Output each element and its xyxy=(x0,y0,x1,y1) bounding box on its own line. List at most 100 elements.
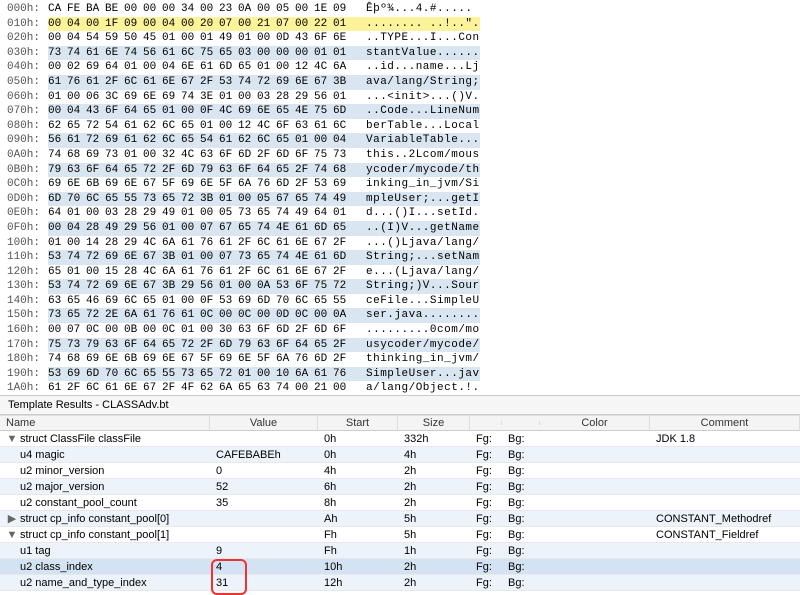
hex-row[interactable]: 010h:0004001F090004002007002107002201...… xyxy=(0,17,800,32)
hex-row[interactable]: 070h:0004436F646501000F4C696E654E756D..C… xyxy=(0,104,800,119)
hex-bytes[interactable]: 000269640100046E616D650100124C6A xyxy=(44,60,352,75)
col-bg[interactable] xyxy=(502,421,540,425)
col-size[interactable]: Size xyxy=(398,415,470,431)
offset-label: 190h: xyxy=(0,367,44,382)
hex-bytes[interactable]: 65010015284C6A6176612F6C616E672F xyxy=(44,265,352,280)
row-comment xyxy=(650,502,800,504)
hex-bytes[interactable]: 0004436F646501000F4C696E654E756D xyxy=(44,104,352,119)
hex-row[interactable]: 1A0h:612F6C616E672F4F626A656374002100a/l… xyxy=(0,381,800,395)
hex-bytes[interactable]: 0004284929560100076765744E616D65 xyxy=(44,221,352,236)
hex-bytes[interactable]: 5661726961626C655461626C65010004 xyxy=(44,133,352,148)
hex-bytes[interactable]: 757379636F6465722F6D79636F64652F xyxy=(44,338,352,353)
hex-row[interactable]: 120h:65010015284C6A6176612F6C616E672Fe..… xyxy=(0,265,800,280)
offset-label: 030h: xyxy=(0,46,44,61)
row-name[interactable]: u1 tag xyxy=(0,544,210,558)
disclosure-icon[interactable]: ▶ xyxy=(6,512,18,525)
row-name[interactable]: ▼struct ClassFile classFile xyxy=(0,432,210,446)
col-start[interactable]: Start xyxy=(318,415,398,431)
hex-row[interactable]: 0F0h:0004284929560100076765744E616D65..(… xyxy=(0,221,800,236)
template-row[interactable]: u2 major_version526h2hFg:Bg: xyxy=(0,479,800,495)
row-name[interactable]: u4 magic xyxy=(0,448,210,462)
col-name[interactable]: Name xyxy=(0,415,210,431)
ascii-text: ..(I)V...getName xyxy=(352,221,480,236)
hex-row[interactable]: 190h:53696D706C65557365720100106A6176Sim… xyxy=(0,367,800,382)
hex-row[interactable]: 180h:7468696E6B696E675F696E5F6A766D2Fthi… xyxy=(0,352,800,367)
hex-row[interactable]: 030h:7374616E7456616C7565030000000101sta… xyxy=(0,46,800,61)
col-color[interactable]: Color xyxy=(540,415,650,431)
hex-row[interactable]: 080h:6265725461626C650100124C6F63616Cber… xyxy=(0,119,800,134)
col-comment[interactable]: Comment xyxy=(650,415,800,431)
row-name[interactable]: u2 class_index xyxy=(0,560,210,574)
template-row[interactable]: ▼struct cp_info constant_pool[1]Fh5hFg:B… xyxy=(0,527,800,543)
template-row[interactable]: ▼struct ClassFile classFile0h332hFg:Bg:J… xyxy=(0,431,800,447)
hex-bytes[interactable]: 7365722E6A6176610C000C000D0C000A xyxy=(44,308,352,323)
hex-row[interactable]: 110h:537472696E673B0100077365744E616DStr… xyxy=(0,250,800,265)
offset-label: 130h: xyxy=(0,279,44,294)
hex-bytes[interactable]: 537472696E673B295601000A536F7572 xyxy=(44,279,352,294)
row-start: 6h xyxy=(318,480,398,494)
hex-row[interactable]: 0C0h:696E6B696E675F696E5F6A766D2F5369ink… xyxy=(0,177,800,192)
hex-row[interactable]: 170h:757379636F6465722F6D79636F64652Fusy… xyxy=(0,338,800,353)
hex-bytes[interactable]: 79636F6465722F6D79636F64652F7468 xyxy=(44,163,352,178)
hex-bytes[interactable]: 64010003282949010005736574496401 xyxy=(44,206,352,221)
hex-row[interactable]: 150h:7365722E6A6176610C000C000D0C000Aser… xyxy=(0,308,800,323)
row-name[interactable]: ▶struct cp_info constant_pool[0] xyxy=(0,511,210,526)
hex-bytes[interactable]: CAFEBABE0000003400230A0005001E09 xyxy=(44,2,352,17)
hex-bytes[interactable]: 0004545950450100014901000D436F6E xyxy=(44,31,352,46)
row-name[interactable]: u2 name_and_type_index xyxy=(0,576,210,590)
row-name[interactable]: u2 constant_pool_count xyxy=(0,496,210,510)
template-row[interactable]: u1 tag9Fh1hFg:Bg: xyxy=(0,543,800,559)
hex-row[interactable]: 130h:537472696E673B295601000A536F7572Str… xyxy=(0,279,800,294)
hex-row[interactable]: 140h:636546696C6501000F53696D706C6555ceF… xyxy=(0,294,800,309)
hex-bytes[interactable]: 636546696C6501000F53696D706C6555 xyxy=(44,294,352,309)
row-name[interactable]: u2 major_version xyxy=(0,480,210,494)
hex-bytes[interactable]: 7374616E7456616C7565030000000101 xyxy=(44,46,352,61)
hex-bytes[interactable]: 0100063C696E69743E01000328295601 xyxy=(44,90,352,105)
hex-row[interactable]: 020h:0004545950450100014901000D436F6E..T… xyxy=(0,31,800,46)
template-row[interactable]: u2 constant_pool_count358h2hFg:Bg: xyxy=(0,495,800,511)
hex-bytes[interactable]: 53696D706C65557365720100106A6176 xyxy=(44,367,352,382)
row-name[interactable]: u2 minor_version xyxy=(0,464,210,478)
ascii-text: SimpleUser...jav xyxy=(352,367,480,382)
ascii-text: inking_in_jvm/Si xyxy=(352,177,480,192)
hex-row[interactable]: 0D0h:6D706C65557365723B01000567657449mpl… xyxy=(0,192,800,207)
hex-row[interactable]: 0A0h:746869730100324C636F6D2F6D6F7573thi… xyxy=(0,148,800,163)
hex-bytes[interactable]: 537472696E673B0100077365744E616D xyxy=(44,250,352,265)
row-comment xyxy=(650,454,800,456)
hex-row[interactable]: 160h:00070C000B000C010030636F6D2F6D6F...… xyxy=(0,323,800,338)
hex-bytes[interactable]: 00070C000B000C010030636F6D2F6D6F xyxy=(44,323,352,338)
hex-bytes[interactable]: 01001428294C6A6176612F6C616E672F xyxy=(44,236,352,251)
hex-row[interactable]: 050h:6176612F6C616E672F537472696E673Bava… xyxy=(0,75,800,90)
ascii-text: ceFile...SimpleU xyxy=(352,294,480,309)
hex-bytes[interactable]: 6176612F6C616E672F537472696E673B xyxy=(44,75,352,90)
template-row[interactable]: u2 minor_version04h2hFg:Bg: xyxy=(0,463,800,479)
hex-bytes[interactable]: 6265725461626C650100124C6F63616C xyxy=(44,119,352,134)
hex-bytes[interactable]: 0004001F090004002007002107002201 xyxy=(44,17,352,32)
hex-viewer[interactable]: 000h:CAFEBABE0000003400230A0005001E09Êþº… xyxy=(0,0,800,395)
ascii-text: .........0com/mo xyxy=(352,323,480,338)
hex-bytes[interactable]: 7468696E6B696E675F696E5F6A766D2F xyxy=(44,352,352,367)
row-value xyxy=(210,518,318,520)
template-row[interactable]: u4 magicCAFEBABEh0h4hFg:Bg: xyxy=(0,447,800,463)
disclosure-icon[interactable]: ▼ xyxy=(6,433,18,445)
hex-row[interactable]: 000h:CAFEBABE0000003400230A0005001E09Êþº… xyxy=(0,2,800,17)
row-comment xyxy=(650,550,800,552)
hex-row[interactable]: 0B0h:79636F6465722F6D79636F64652F7468yco… xyxy=(0,163,800,178)
template-row[interactable]: u2 name_and_type_index3112h2hFg:Bg: xyxy=(0,575,800,591)
row-name[interactable]: ▼struct cp_info constant_pool[1] xyxy=(0,528,210,542)
template-row[interactable]: u2 class_index410h2hFg:Bg: xyxy=(0,559,800,575)
template-results-grid[interactable]: Name Value Start Size Color Comment ▼str… xyxy=(0,415,800,591)
hex-bytes[interactable]: 612F6C616E672F4F626A656374002100 xyxy=(44,381,352,395)
hex-row[interactable]: 040h:000269640100046E616D650100124C6A..i… xyxy=(0,60,800,75)
hex-bytes[interactable]: 746869730100324C636F6D2F6D6F7573 xyxy=(44,148,352,163)
template-row[interactable]: ▶struct cp_info constant_pool[0]Ah5hFg:B… xyxy=(0,511,800,527)
hex-row[interactable]: 0E0h:64010003282949010005736574496401d..… xyxy=(0,206,800,221)
hex-row[interactable]: 060h:0100063C696E69743E01000328295601...… xyxy=(0,90,800,105)
hex-row[interactable]: 090h:5661726961626C655461626C65010004Var… xyxy=(0,133,800,148)
disclosure-icon[interactable]: ▼ xyxy=(6,529,18,541)
col-value[interactable]: Value xyxy=(210,415,318,431)
hex-bytes[interactable]: 696E6B696E675F696E5F6A766D2F5369 xyxy=(44,177,352,192)
hex-bytes[interactable]: 6D706C65557365723B01000567657449 xyxy=(44,192,352,207)
col-fg[interactable] xyxy=(470,421,502,425)
hex-row[interactable]: 100h:01001428294C6A6176612F6C616E672F...… xyxy=(0,236,800,251)
